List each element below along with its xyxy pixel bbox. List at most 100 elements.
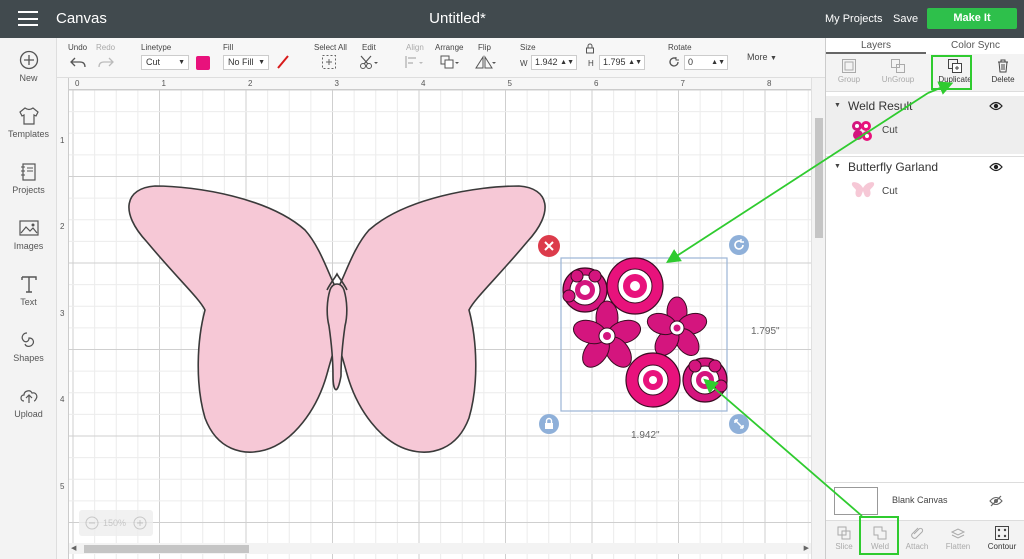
weld-result-flowers[interactable] bbox=[562, 257, 728, 408]
weld-button[interactable]: Weld bbox=[866, 525, 894, 551]
text-button[interactable]: Text bbox=[0, 274, 57, 308]
collapse-triangle-icon[interactable]: ▼ bbox=[834, 102, 841, 109]
group-button[interactable]: Group bbox=[832, 58, 866, 84]
horizontal-scrollbar[interactable]: ◀ ▶ bbox=[69, 543, 811, 554]
lock-icon[interactable] bbox=[585, 43, 595, 57]
shapes-button[interactable]: Shapes bbox=[0, 330, 57, 364]
scroll-right-icon[interactable]: ▶ bbox=[804, 544, 809, 552]
ungroup-label: UnGroup bbox=[881, 75, 915, 84]
linetype-color-swatch[interactable] bbox=[196, 56, 210, 70]
stepper-icon: ▲▼ bbox=[560, 59, 574, 66]
images-label: Images bbox=[13, 241, 44, 251]
more-menu[interactable]: More ▼ bbox=[747, 52, 777, 62]
eye-icon[interactable] bbox=[989, 101, 1003, 114]
select-all-label: Select All bbox=[314, 43, 347, 52]
linetype-select[interactable]: Cut ▼ bbox=[141, 55, 189, 70]
chevron-down-icon: ▼ bbox=[178, 59, 185, 66]
attach-button[interactable]: Attach bbox=[902, 525, 932, 551]
chevron-down-icon: ▼ bbox=[258, 59, 265, 66]
attach-label: Attach bbox=[905, 542, 929, 551]
size-label: Size bbox=[520, 43, 536, 52]
arrange-icon[interactable] bbox=[439, 54, 461, 73]
layer-group-weld-result[interactable]: ▼ Weld Result Cut bbox=[826, 96, 1024, 154]
save-button[interactable]: Save bbox=[893, 13, 918, 25]
align-icon[interactable] bbox=[404, 54, 424, 73]
collapse-triangle-icon[interactable]: ▼ bbox=[834, 163, 841, 170]
flip-label: Flip bbox=[478, 43, 491, 52]
vertical-scroll-thumb[interactable] bbox=[815, 118, 823, 238]
layer-item[interactable]: Cut bbox=[826, 177, 1024, 207]
projects-label: Projects bbox=[12, 185, 45, 195]
layer-group-butterfly-garland[interactable]: ▼ Butterfly Garland Cut bbox=[826, 156, 1024, 214]
horizontal-scroll-thumb[interactable] bbox=[84, 545, 249, 553]
fill-value: No Fill bbox=[228, 57, 254, 67]
ungroup-button[interactable]: UnGroup bbox=[876, 58, 920, 84]
templates-button[interactable]: Templates bbox=[0, 106, 57, 140]
contour-label: Contour bbox=[987, 542, 1017, 551]
templates-label: Templates bbox=[7, 129, 50, 139]
images-button[interactable]: Images bbox=[0, 218, 57, 252]
projects-button[interactable]: Projects bbox=[0, 162, 57, 196]
rotate-handle[interactable] bbox=[729, 235, 749, 255]
slice-label: Slice bbox=[835, 542, 853, 551]
zoom-level: 150% bbox=[103, 518, 127, 528]
butterfly-thumbnail-icon bbox=[851, 182, 875, 198]
flip-icon[interactable] bbox=[474, 54, 498, 73]
no-fill-swatch-icon[interactable] bbox=[276, 55, 290, 72]
redo-label: Redo bbox=[96, 43, 116, 52]
fill-select[interactable]: No Fill ▼ bbox=[223, 55, 269, 70]
align-label: Align bbox=[406, 43, 424, 52]
upload-button[interactable]: Upload bbox=[0, 386, 57, 420]
blank-canvas-swatch[interactable] bbox=[834, 487, 878, 515]
arrange-label: Arrange bbox=[435, 43, 464, 52]
flower-large-2 bbox=[625, 352, 681, 408]
delete-handle[interactable] bbox=[538, 235, 560, 257]
scroll-left-icon[interactable]: ◀ bbox=[71, 544, 76, 552]
blank-canvas-row[interactable]: Blank Canvas bbox=[826, 482, 1024, 520]
vertical-scrollbar[interactable] bbox=[811, 78, 825, 559]
layer-group-header[interactable]: ▼ Weld Result bbox=[826, 96, 1024, 116]
rotate-input[interactable]: 0 ▲▼ bbox=[684, 55, 728, 70]
select-all-icon[interactable] bbox=[321, 54, 337, 73]
delete-button[interactable]: Delete bbox=[986, 58, 1020, 84]
flatten-label: Flatten bbox=[945, 542, 971, 551]
layer-group-header[interactable]: ▼ Butterfly Garland bbox=[826, 157, 1024, 177]
duplicate-button[interactable]: Duplicate bbox=[935, 58, 975, 84]
tab-layers[interactable]: Layers bbox=[826, 38, 926, 54]
layer-group-name: Butterfly Garland bbox=[848, 160, 939, 174]
contour-button[interactable]: Contour bbox=[985, 525, 1019, 551]
rotate-value: 0 bbox=[688, 57, 694, 67]
flatten-button[interactable]: Flatten bbox=[942, 525, 974, 551]
butterfly-shape[interactable] bbox=[128, 185, 546, 453]
width-value: 1.942 bbox=[535, 57, 558, 67]
new-button[interactable]: New bbox=[0, 50, 57, 84]
edit-toolbar: Undo Redo Linetype Cut ▼ Fill No Fill ▼ … bbox=[57, 38, 825, 78]
eye-icon[interactable] bbox=[989, 162, 1003, 175]
stepper-icon: ▲▼ bbox=[628, 59, 642, 66]
edit-scissors-icon[interactable] bbox=[359, 54, 379, 73]
design-canvas[interactable]: 012345678 12345 1.942" 1.795" 150% ◀ ▶ bbox=[57, 78, 811, 559]
text-label: Text bbox=[20, 297, 37, 307]
lock-handle[interactable] bbox=[539, 414, 559, 434]
slice-button[interactable]: Slice bbox=[831, 525, 857, 551]
shapes-icon bbox=[21, 332, 34, 347]
redo-icon[interactable] bbox=[98, 56, 114, 71]
rotate-label: Rotate bbox=[668, 43, 692, 52]
undo-icon[interactable] bbox=[70, 56, 86, 71]
tab-color-sync[interactable]: Color Sync bbox=[926, 38, 1024, 54]
layers-panel: Layers Color Sync Group UnGroup Duplicat… bbox=[825, 38, 1024, 559]
layer-item[interactable]: Cut bbox=[826, 116, 1024, 146]
width-input[interactable]: 1.942 ▲▼ bbox=[531, 55, 577, 70]
rotate-icon bbox=[668, 56, 680, 71]
make-it-button[interactable]: Make It bbox=[927, 8, 1017, 29]
my-projects-link[interactable]: My Projects bbox=[825, 13, 882, 25]
shapes-label: Shapes bbox=[13, 353, 44, 363]
edit-label: Edit bbox=[362, 43, 376, 52]
paperclip-icon bbox=[911, 527, 924, 539]
width-dimension-label: 1.942" bbox=[631, 430, 660, 441]
eye-hidden-icon[interactable] bbox=[989, 495, 1003, 510]
height-input[interactable]: 1.795 ▲▼ bbox=[599, 55, 645, 70]
flower-large-1 bbox=[606, 257, 664, 315]
linetype-value: Cut bbox=[146, 57, 161, 67]
resize-handle[interactable] bbox=[729, 414, 749, 434]
